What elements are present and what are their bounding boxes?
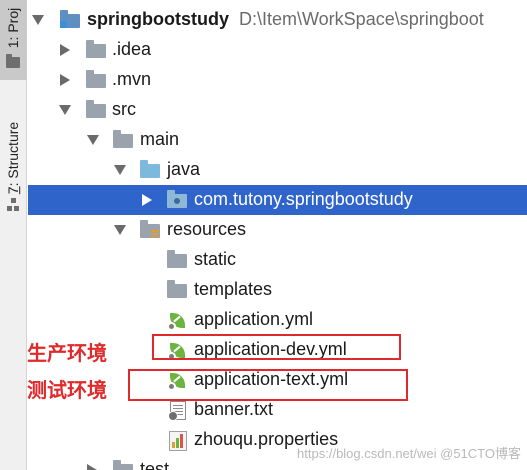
- expand-arrow-icon[interactable]: [32, 15, 44, 25]
- tree-item-java[interactable]: java: [28, 155, 527, 185]
- tree-item-package[interactable]: com.tutony.springbootstudy: [28, 185, 527, 215]
- project-folder-icon: [60, 10, 80, 28]
- tree-root-row[interactable]: springbootstudy D:\Item\WorkSpace\springb…: [28, 5, 527, 35]
- annotation-box-test: [128, 369, 408, 401]
- tree-item-label: .mvn: [112, 69, 152, 89]
- annotation-label-dev: 生产环境: [27, 343, 107, 365]
- package-icon: [167, 190, 187, 208]
- annotation-label-test: 测试环境: [27, 380, 107, 402]
- structure-tab-number: 7: [5, 186, 22, 195]
- expand-arrow-icon[interactable]: [114, 225, 126, 235]
- collapse-arrow-icon[interactable]: [60, 44, 70, 56]
- collapse-arrow-icon[interactable]: [142, 194, 152, 206]
- structure-tab-label: : Structure: [5, 121, 22, 187]
- folder-icon: [86, 40, 106, 58]
- tree-item-label: static: [194, 249, 237, 269]
- tree-item-label: main: [140, 129, 180, 149]
- collapse-arrow-icon[interactable]: [60, 74, 70, 86]
- expand-arrow-icon[interactable]: [87, 135, 99, 145]
- properties-file-icon: [169, 431, 187, 451]
- tree-item-application-yml[interactable]: application.yml: [28, 305, 527, 335]
- project-tool-tab[interactable]: 1: Proj: [0, 0, 27, 80]
- source-folder-icon: [140, 160, 160, 178]
- tree-item-label: resources: [167, 219, 247, 239]
- expand-arrow-icon[interactable]: [59, 105, 71, 115]
- spring-yml-icon: [167, 311, 187, 331]
- tree-item-static[interactable]: static: [28, 245, 527, 275]
- project-name: springbootstudy: [87, 9, 229, 29]
- tree-item-label: templates: [194, 279, 273, 299]
- tree-item-mvn[interactable]: .mvn: [28, 65, 527, 95]
- tree-item-label: application.yml: [194, 309, 314, 329]
- collapse-arrow-icon[interactable]: [87, 464, 97, 470]
- folder-icon: [86, 70, 106, 88]
- resources-folder-icon: [140, 220, 160, 238]
- structure-icon: [7, 198, 20, 214]
- tree-item-src[interactable]: src: [28, 95, 527, 125]
- folder-icon: [167, 280, 187, 298]
- tree-item-label: test: [140, 459, 170, 470]
- tree-item-label: java: [167, 159, 201, 179]
- tree-item-idea[interactable]: .idea: [28, 35, 527, 65]
- project-tab-label: 1: Proj: [5, 7, 22, 49]
- tree-item-label: banner.txt: [194, 399, 274, 419]
- tree-item-resources[interactable]: resources: [28, 215, 527, 245]
- text-file-icon: [168, 401, 186, 421]
- expand-arrow-icon[interactable]: [114, 165, 126, 175]
- tree-item-main[interactable]: main: [28, 125, 527, 155]
- folder-icon: [86, 100, 106, 118]
- tree-item-templates[interactable]: templates: [28, 275, 527, 305]
- project-folder-icon: [6, 54, 20, 68]
- folder-icon: [113, 460, 133, 470]
- tree-item-label: .idea: [112, 39, 152, 59]
- folder-icon: [113, 130, 133, 148]
- tool-window-strip: 1: Proj 7: Structure: [0, 0, 27, 470]
- watermark: https://blog.csdn.net/wei @51CTO博客: [297, 446, 521, 461]
- annotation-box-dev: [152, 334, 401, 360]
- folder-icon: [167, 250, 187, 268]
- project-path: D:\Item\WorkSpace\springboot: [239, 9, 484, 29]
- tree-item-label: com.tutony.springbootstudy: [194, 189, 413, 209]
- tree-item-label: src: [112, 99, 136, 119]
